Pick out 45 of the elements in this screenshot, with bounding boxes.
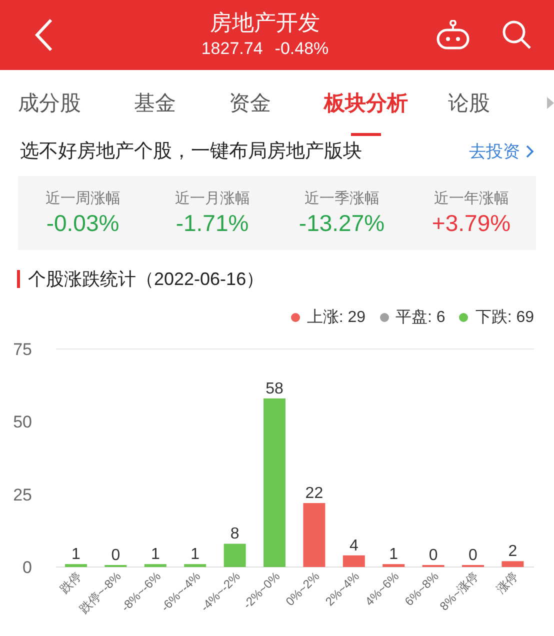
- search-icon[interactable]: [502, 20, 532, 50]
- bar-value-label: 58: [266, 380, 284, 398]
- bar-value-label: 1: [72, 546, 80, 564]
- tab[interactable]: 论股: [448, 70, 490, 136]
- chevron-right-icon[interactable]: [526, 144, 534, 158]
- stat-label: 近一年涨幅: [434, 189, 509, 208]
- index-price: 1827.74: [201, 38, 263, 60]
- y-tick-label: 50: [13, 412, 32, 432]
- robot-icon[interactable]: [436, 20, 470, 50]
- y-tick-label: 75: [13, 340, 32, 359]
- bar-value-label: 1: [150, 546, 160, 564]
- tab[interactable]: 板块分析: [324, 70, 408, 136]
- stat-value: +3.79%: [432, 210, 511, 237]
- stat-value: -13.27%: [298, 210, 385, 237]
- stat-label: 近一月涨幅: [174, 189, 250, 208]
- stat-value: -1.71%: [176, 210, 249, 237]
- legend-label: 上涨: 29: [306, 308, 366, 328]
- bar-value-label: 4: [349, 537, 358, 554]
- legend-label: 下跌: 69: [475, 308, 534, 328]
- promo-text: 选不好房地产个股，一键布局房地产版块: [20, 140, 363, 164]
- tab[interactable]: 成分股: [18, 70, 81, 136]
- x-tick-label: 跌停: [57, 569, 84, 596]
- stat-value: -0.03%: [46, 210, 120, 237]
- tab[interactable]: 基金: [134, 70, 176, 136]
- bar-value-label: 1: [389, 546, 398, 564]
- bar-value-label: 2: [508, 543, 518, 560]
- y-tick-label: 25: [13, 485, 32, 504]
- bar-value-label: 0: [428, 547, 438, 564]
- y-tick-label: 0: [22, 558, 32, 577]
- bar-value-label: 22: [305, 485, 324, 502]
- tab[interactable]: 资金: [229, 70, 271, 136]
- bar-value-label: 0: [111, 547, 120, 564]
- bar-value-label: 8: [230, 526, 240, 543]
- back-icon[interactable]: [34, 18, 54, 52]
- bar-value-label: 0: [468, 547, 478, 564]
- x-tick-label: 涨停: [494, 569, 521, 596]
- stat-label: 近一周涨幅: [45, 189, 120, 208]
- invest-link[interactable]: 去投资: [469, 140, 520, 162]
- header-title: 房地产开发: [210, 9, 320, 37]
- stat-label: 近一季涨幅: [304, 189, 380, 208]
- index-change: -0.48%: [274, 38, 329, 60]
- section-title: 个股涨跌统计（2022-06-16）: [28, 268, 264, 291]
- legend-label: 平盘: 6: [396, 308, 446, 328]
- bar-value-label: 1: [190, 546, 200, 564]
- section-marker: [17, 270, 20, 288]
